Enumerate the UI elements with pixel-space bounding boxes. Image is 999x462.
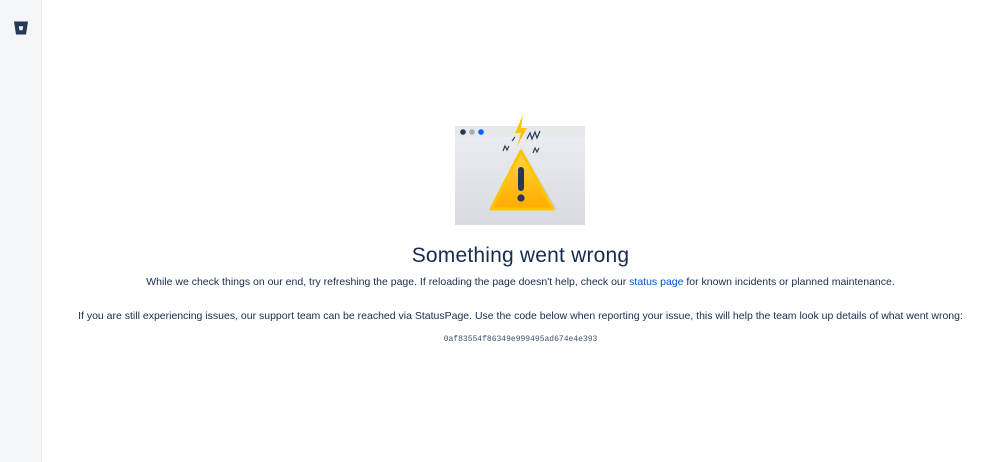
window-dot-icon [478, 129, 484, 135]
window-dot-icon [469, 129, 475, 135]
refresh-instructions: While we check things on our end, try re… [42, 276, 999, 288]
support-instructions: If you are still experiencing issues, ou… [78, 310, 963, 322]
status-page-link[interactable]: status page [629, 276, 683, 288]
error-code: 0af83554f86349e999495ad674e4e393 [443, 335, 598, 344]
refresh-text-end: for known incidents or planned maintenan… [683, 276, 895, 288]
bitbucket-logo-icon[interactable] [13, 20, 29, 36]
window-dot-icon [460, 129, 466, 135]
sidebar [0, 0, 42, 462]
page-title: Something went wrong [411, 244, 630, 267]
refresh-text: While we check things on our end, try re… [146, 276, 630, 288]
error-page: Something went wrong While we check thin… [42, 0, 999, 462]
error-illustration [455, 113, 586, 227]
